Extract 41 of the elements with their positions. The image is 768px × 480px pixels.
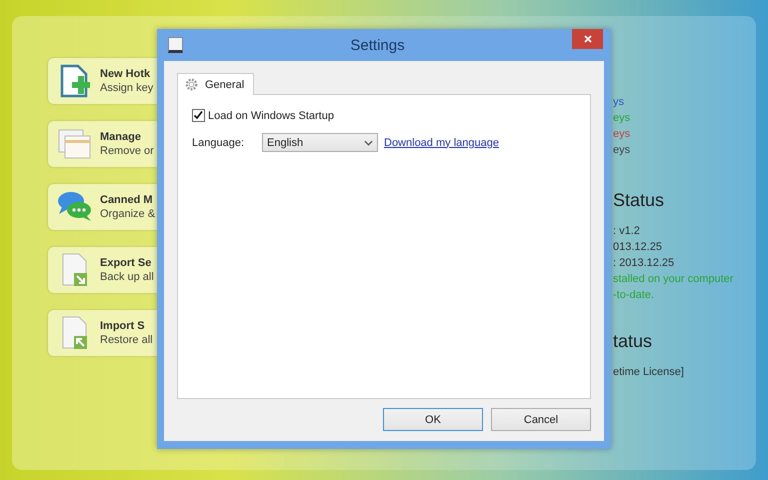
hotkey-count: eys [613,128,630,140]
app-icon [168,37,183,53]
action-title: Manage [100,131,142,143]
action-title: Export Se [100,257,152,269]
tab[interactable]: General [177,73,254,95]
action-card[interactable]: Export Se Back up all [48,247,157,293]
status-text: etime License] [613,366,684,378]
language-dropdown[interactable]: English [262,133,378,152]
action-card[interactable]: Canned M Organize & [48,184,157,230]
gear-icon [184,77,199,92]
cancel-button[interactable]: Cancel [491,408,591,431]
status-text: -to-date. [613,289,654,301]
action-title: Canned M [100,194,154,206]
status-text: : v1.2 [613,225,640,237]
checkbox[interactable] [192,109,205,122]
action-description: Back up all [100,271,154,283]
action-card[interactable]: Import S Restore all [48,310,157,356]
action-description: Organize & [100,208,156,220]
action-title: Import S [100,320,146,332]
status-text: : 2013.12.25 [613,257,674,269]
status-text: stalled on your computer [613,273,734,285]
close-button[interactable] [572,29,603,49]
field-label: Language: [192,136,245,148]
action-description: Remove or [100,145,154,157]
status-text: 013.12.25 [613,241,662,253]
hotkey-count: ys [613,96,624,108]
section-heading: Status [613,190,664,211]
action-description: Restore all [100,334,153,346]
close-icon [582,34,592,44]
action-card[interactable]: Manage Remove or [48,121,157,167]
action-title: New Hotk [100,68,152,80]
hotkey-count: eys [613,144,630,156]
action-description: Assign key [100,82,154,94]
hotkey-count: eys [613,112,630,124]
chevron-down-icon [364,140,373,146]
action-card[interactable]: New Hotk Assign key [48,58,157,104]
ok-button[interactable]: OK [383,408,483,431]
checkbox-label: Load on Windows Startup [208,110,334,122]
download-link[interactable]: Download my language [384,136,499,148]
section-heading: tatus [613,331,652,352]
window-title: Settings [349,36,406,54]
